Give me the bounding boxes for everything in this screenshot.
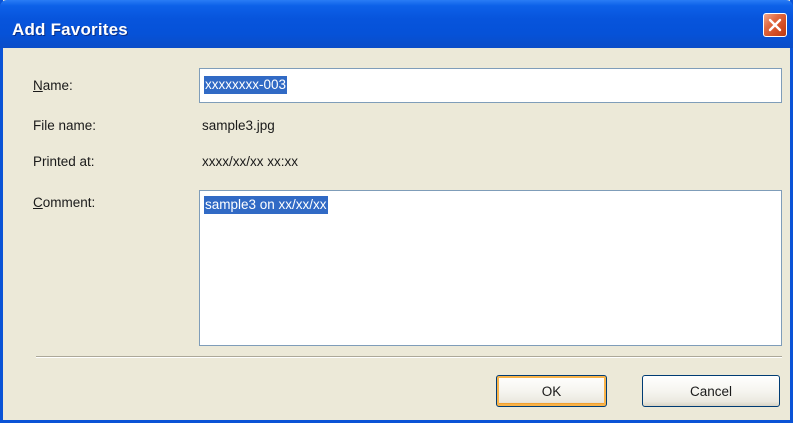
name-input[interactable]: xxxxxxxx-003	[199, 68, 782, 103]
separator-highlight	[36, 357, 782, 358]
add-favorites-dialog: Add Favorites Name: xxxxxxxx-003 File na…	[0, 0, 793, 423]
name-label: Name:	[33, 78, 73, 93]
printed-at-label: Printed at:	[33, 154, 95, 169]
comment-textarea-value: sample3 on xx/xx/xx	[204, 196, 328, 214]
dialog-title: Add Favorites	[12, 20, 128, 39]
comment-label-accelerator: C	[33, 195, 43, 210]
comment-label: Comment:	[33, 195, 95, 210]
comment-textarea[interactable]: sample3 on xx/xx/xx	[199, 190, 782, 346]
file-name-value: sample3.jpg	[202, 118, 275, 133]
printed-at-value: xxxx/xx/xx xx:xx	[202, 154, 299, 169]
file-name-label: File name:	[33, 118, 97, 133]
cancel-button[interactable]: Cancel	[642, 375, 780, 407]
name-label-accelerator: N	[33, 78, 43, 93]
ok-button[interactable]: OK	[496, 375, 607, 407]
title-bar[interactable]: Add Favorites	[0, 0, 793, 48]
name-input-value: xxxxxxxx-003	[204, 76, 288, 94]
name-label-text: ame:	[42, 78, 73, 93]
comment-label-text: omment:	[42, 195, 96, 210]
close-icon	[768, 18, 782, 32]
close-button[interactable]	[763, 13, 787, 37]
